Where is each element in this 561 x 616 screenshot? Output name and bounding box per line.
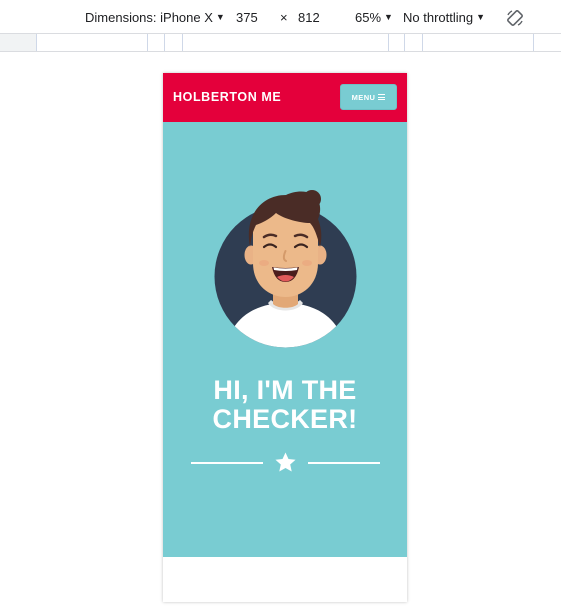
media-query-bar <box>0 34 561 52</box>
zoom-select[interactable]: 65% ▼ <box>355 10 393 25</box>
media-query-segment[interactable] <box>533 34 561 51</box>
width-input[interactable]: 375 <box>236 10 258 25</box>
chevron-down-icon: ▼ <box>384 12 393 22</box>
media-query-segment[interactable] <box>422 34 533 51</box>
rotate-icon[interactable] <box>505 8 525 28</box>
emulated-page: HOLBERTON ME MENU HI, I'M THE CHECKER! <box>163 73 407 602</box>
hero-section: HI, I'M THE CHECKER! <box>163 122 407 557</box>
site-logo[interactable]: HOLBERTON ME <box>173 90 281 104</box>
hero-title-line1: HI, I'M THE <box>213 375 357 405</box>
device-dimensions-select[interactable]: Dimensions: iPhone X ▼ <box>85 10 225 25</box>
menu-button-label: MENU <box>351 92 376 102</box>
star-icon <box>275 452 296 472</box>
star-divider <box>191 451 380 475</box>
media-query-segment[interactable] <box>164 34 182 51</box>
media-query-segment[interactable] <box>388 34 404 51</box>
dimension-separator: × <box>280 10 288 25</box>
device-toolbar: Dimensions: iPhone X ▼ 375 × 812 65% ▼ N… <box>0 0 561 34</box>
media-query-segment[interactable] <box>404 34 422 51</box>
viewport-area: HOLBERTON ME MENU HI, I'M THE CHECKER! <box>0 53 561 616</box>
height-value: 812 <box>298 10 320 25</box>
chevron-down-icon: ▼ <box>476 12 486 22</box>
zoom-value: 65% <box>355 10 382 25</box>
height-input[interactable]: 812 <box>298 10 320 25</box>
page-content-below <box>163 557 407 602</box>
media-query-segment[interactable] <box>147 34 164 51</box>
divider-line-left <box>191 462 263 464</box>
hero-title: HI, I'M THE CHECKER! <box>163 376 407 434</box>
media-query-segment <box>0 34 36 51</box>
divider-line-right <box>308 462 380 464</box>
device-dimensions-label: Dimensions: iPhone X <box>85 10 213 25</box>
hamburger-icon <box>378 94 386 100</box>
chevron-down-icon: ▼ <box>215 12 225 22</box>
hero-title-line2: CHECKER! <box>212 404 358 434</box>
throttling-value: No throttling <box>403 10 474 25</box>
site-header: HOLBERTON ME MENU <box>163 73 407 122</box>
throttling-select[interactable]: No throttling ▼ <box>403 10 485 25</box>
menu-button[interactable]: MENU <box>340 84 397 110</box>
media-query-segment[interactable] <box>182 34 388 51</box>
media-query-segment[interactable] <box>36 34 147 51</box>
times-sign: × <box>280 10 288 25</box>
avatar <box>214 190 357 348</box>
width-value: 375 <box>236 10 258 25</box>
